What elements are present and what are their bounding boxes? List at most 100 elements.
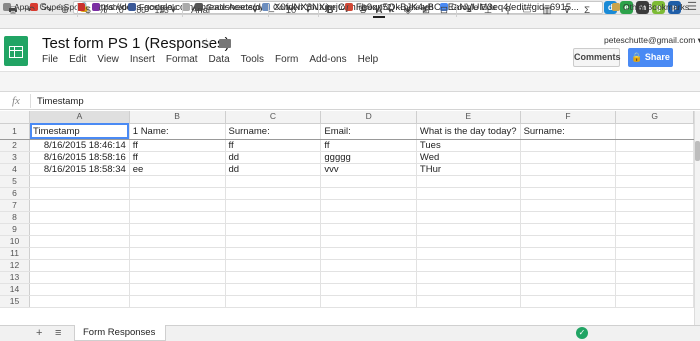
cell[interactable]	[416, 187, 521, 200]
row-header[interactable]: 3	[0, 151, 31, 164]
cell[interactable]	[225, 199, 322, 212]
cell[interactable]	[129, 211, 226, 224]
row-header[interactable]: 13	[0, 271, 31, 284]
add-sheet-button[interactable]: +	[36, 327, 42, 340]
cell[interactable]	[225, 283, 322, 296]
cell[interactable]	[320, 211, 417, 224]
cell[interactable]	[320, 295, 417, 308]
row-header[interactable]: 9	[0, 223, 31, 236]
cell[interactable]: ff	[225, 139, 322, 152]
menu-tools[interactable]: Tools	[241, 54, 264, 65]
cell[interactable]	[320, 223, 417, 236]
row-header[interactable]: 10	[0, 235, 31, 248]
cell[interactable]: 8/16/2015 18:58:34	[29, 163, 130, 176]
row-header[interactable]: 6	[0, 187, 31, 200]
currency-format-button[interactable]: $	[82, 3, 94, 18]
cell[interactable]: 8/16/2015 18:46:14	[29, 139, 130, 152]
cell[interactable]	[416, 259, 521, 272]
cell[interactable]	[416, 211, 521, 224]
cell[interactable]	[615, 283, 694, 296]
cell[interactable]	[29, 211, 130, 224]
cell[interactable]	[416, 175, 521, 188]
cell[interactable]	[129, 259, 226, 272]
cell[interactable]	[29, 199, 130, 212]
redo-icon[interactable]: ↷	[41, 3, 55, 18]
cell[interactable]	[29, 235, 130, 248]
cell[interactable]	[615, 199, 694, 212]
cell[interactable]	[29, 223, 130, 236]
cell[interactable]	[29, 295, 130, 308]
row-header[interactable]: 14	[0, 283, 31, 296]
comments-button[interactable]: Comments	[573, 48, 621, 67]
cell[interactable]	[520, 283, 617, 296]
cell[interactable]: 1 Name:	[129, 123, 226, 140]
cell[interactable]: Surname:	[225, 123, 322, 140]
cell[interactable]	[520, 259, 617, 272]
font-size-caret-icon[interactable]: ▾	[303, 3, 313, 18]
cell[interactable]	[320, 247, 417, 260]
row-header[interactable]: 12	[0, 259, 31, 272]
cell[interactable]: 8/16/2015 18:58:16	[29, 151, 130, 164]
cell[interactable]	[129, 187, 226, 200]
cell[interactable]	[225, 211, 322, 224]
cell[interactable]	[129, 235, 226, 248]
cell[interactable]	[129, 295, 226, 308]
row-header[interactable]: 15	[0, 295, 31, 308]
cell[interactable]	[320, 175, 417, 188]
formula-input[interactable]: Timestamp	[37, 96, 84, 107]
row-header[interactable]: 4	[0, 163, 31, 176]
column-header-b[interactable]: B	[129, 111, 226, 124]
cell[interactable]	[129, 247, 226, 260]
other-bookmarks[interactable]: Other Bookmarks	[612, 0, 689, 14]
column-header-g[interactable]: G	[615, 111, 694, 124]
cell[interactable]	[129, 271, 226, 284]
sheet-tab-form-responses-1[interactable]: Form Responses 1▾	[74, 325, 166, 341]
cell[interactable]: dd	[225, 163, 322, 176]
cell[interactable]	[520, 151, 617, 164]
column-header-e[interactable]: E	[416, 111, 521, 124]
cell[interactable]	[416, 235, 521, 248]
star-icon[interactable]: ☆	[200, 35, 213, 52]
font-dropdown-caret-icon[interactable]: ▾	[250, 3, 260, 18]
select-all-corner[interactable]	[0, 111, 31, 124]
cell[interactable]	[29, 187, 130, 200]
cell[interactable]	[615, 271, 694, 284]
menu-form[interactable]: Form	[275, 54, 298, 65]
strikethrough-button[interactable]: S	[357, 3, 369, 18]
cell[interactable]	[29, 259, 130, 272]
insert-link-icon[interactable]: ⚲	[501, 3, 515, 18]
cell[interactable]: ee	[129, 163, 226, 176]
cell[interactable]	[520, 175, 617, 188]
cell[interactable]: ff	[129, 151, 226, 164]
cell[interactable]: What is the day today?	[416, 123, 521, 140]
filter-icon[interactable]: ⊽	[560, 3, 574, 18]
column-header-a[interactable]: A	[29, 111, 130, 124]
cell[interactable]	[615, 123, 694, 140]
menu-add-ons[interactable]: Add-ons	[309, 54, 346, 65]
italic-button[interactable]: I	[341, 3, 353, 18]
cell[interactable]	[225, 187, 322, 200]
row-header[interactable]: 1	[0, 123, 31, 140]
menu-help[interactable]: Help	[358, 54, 379, 65]
text-color-button[interactable]: A	[373, 3, 385, 18]
merge-cells-icon[interactable]: ⊟	[437, 3, 451, 18]
undo-icon[interactable]: ↶	[24, 3, 38, 18]
cell[interactable]: ggggg	[320, 151, 417, 164]
cell[interactable]	[320, 199, 417, 212]
cell[interactable]: THur	[416, 163, 521, 176]
cell[interactable]	[520, 223, 617, 236]
cell[interactable]	[129, 223, 226, 236]
folder-icon[interactable]	[219, 39, 231, 48]
cell[interactable]	[320, 271, 417, 284]
fill-color-icon[interactable]: ◈	[401, 3, 415, 18]
cell[interactable]	[615, 235, 694, 248]
cell[interactable]	[29, 271, 130, 284]
cell[interactable]	[615, 211, 694, 224]
vertical-align-icon[interactable]: ⊥	[481, 3, 495, 18]
cell[interactable]	[615, 151, 694, 164]
cell[interactable]	[520, 199, 617, 212]
percent-format-button[interactable]: %	[97, 3, 109, 18]
cell[interactable]	[29, 283, 130, 296]
cell[interactable]	[615, 259, 694, 272]
cell[interactable]	[225, 295, 322, 308]
